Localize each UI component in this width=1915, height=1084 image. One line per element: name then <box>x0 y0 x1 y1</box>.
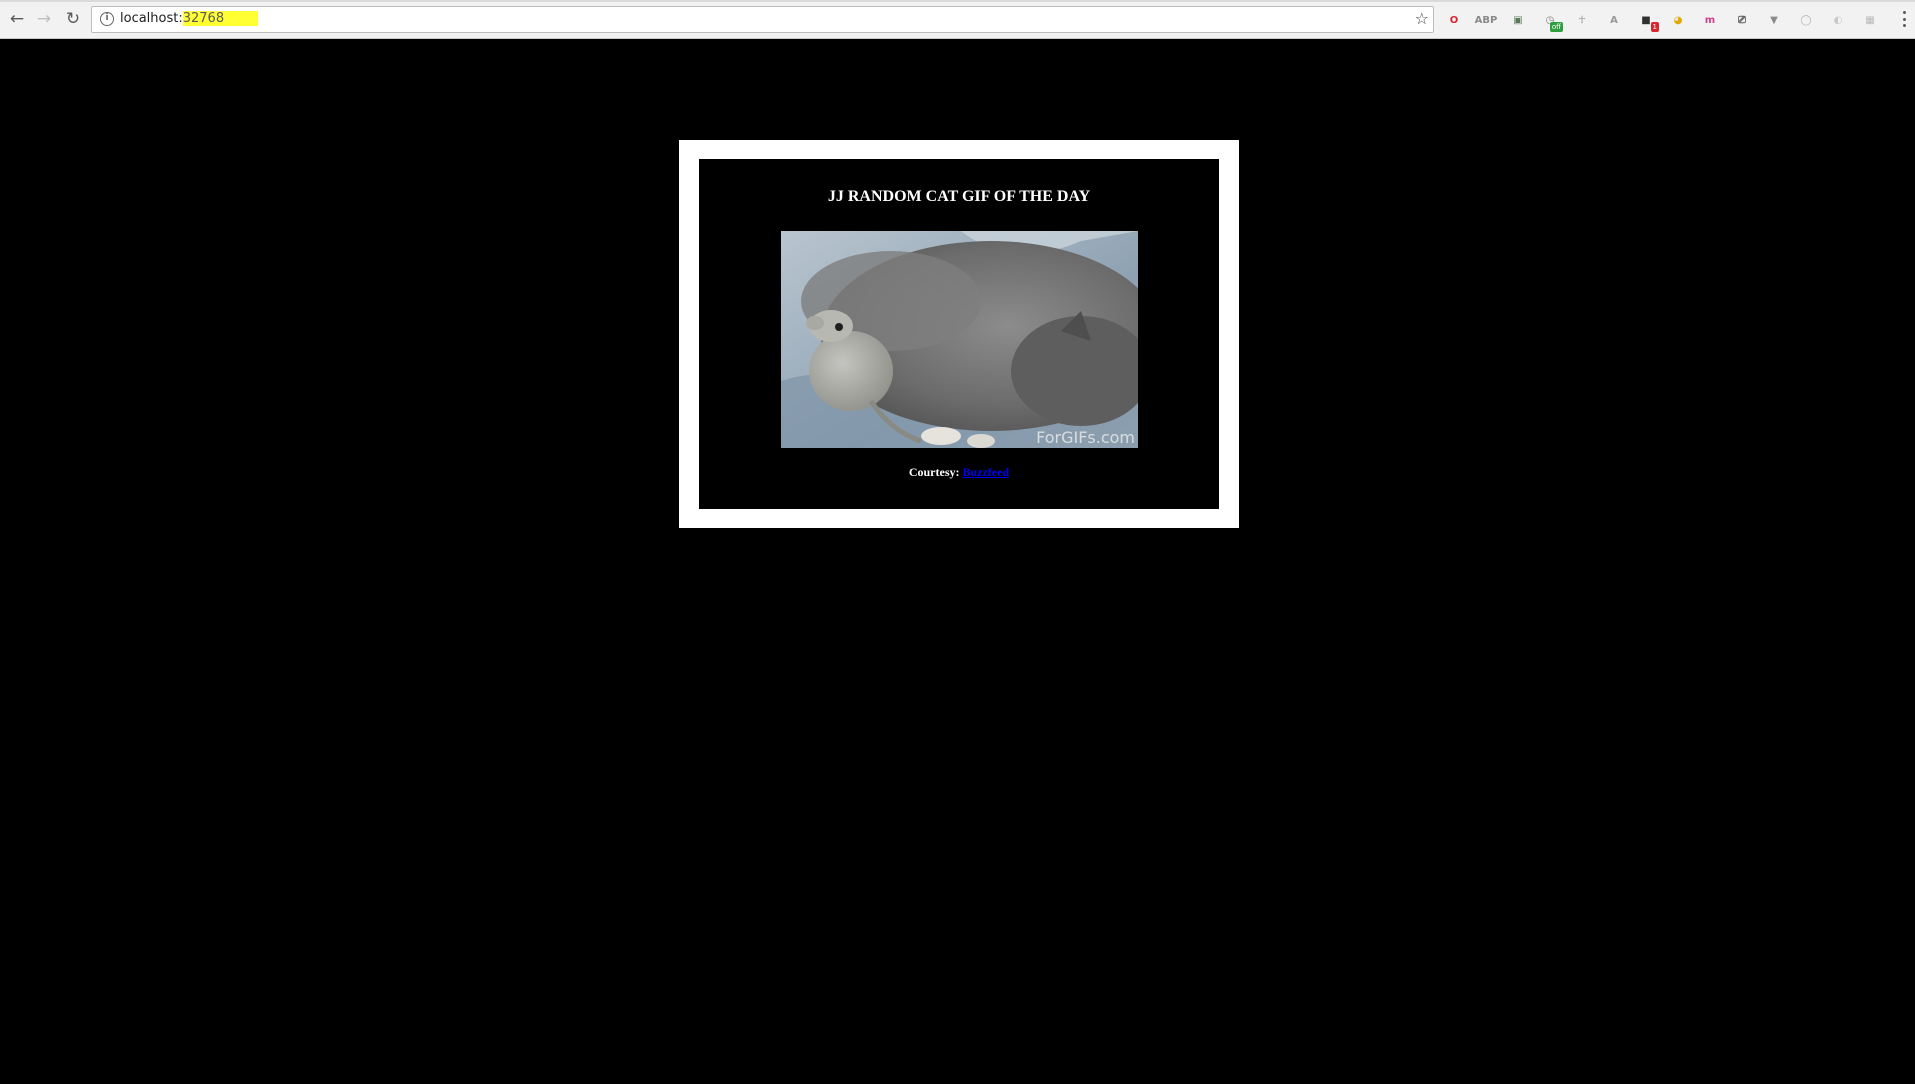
tab-strip-edge <box>0 0 1915 2</box>
courtesy-link[interactable]: Buzzfeed <box>963 465 1010 479</box>
extensions-bar: O ABP ▣ ◷ off ☥ A ■ 1 ◕ m ⎚ ▼ ◯ ◐ ▦ <box>1438 8 1886 32</box>
courtesy-label: Courtesy: <box>908 465 963 479</box>
adblock-plus-icon-glyph: ABP <box>1474 14 1498 26</box>
vue-icon-glyph: ▼ <box>1770 14 1778 26</box>
grid-icon-glyph: ▦ <box>1865 14 1875 26</box>
forward-arrow-icon[interactable]: → <box>33 8 55 30</box>
back-arrow-icon[interactable]: ← <box>6 8 28 30</box>
pacman-icon-glyph: ◕ <box>1673 14 1683 26</box>
grid-icon[interactable]: ▦ <box>1854 8 1886 32</box>
circle-icon[interactable]: ◯ <box>1790 8 1822 32</box>
notification-icon[interactable]: ■ 1 <box>1630 8 1662 32</box>
clock-icon[interactable]: ◷ off <box>1534 8 1566 32</box>
ankh-icon-glyph: ☥ <box>1578 14 1586 26</box>
angular-icon[interactable]: A <box>1598 8 1630 32</box>
pacman-icon[interactable]: ◕ <box>1662 8 1694 32</box>
angular-icon-glyph: A <box>1610 14 1618 26</box>
reload-icon[interactable]: ↻ <box>62 8 84 30</box>
address-bar-url[interactable]: localhost:32768 <box>120 11 259 26</box>
clock-icon-badge: off <box>1549 22 1563 32</box>
screen-capture-icon-glyph: ▣ <box>1513 14 1523 26</box>
vue-icon[interactable]: ▼ <box>1758 8 1790 32</box>
gif-watermark: ForGIFs.com <box>1036 428 1135 447</box>
cat-gif: ForGIFs.com <box>781 231 1138 448</box>
content-frame: JJ RANDOM CAT GIF OF THE DAY ForGIFs.com… <box>679 140 1239 528</box>
url-port-highlighted: 32768 <box>182 11 259 26</box>
moon-icon[interactable]: ◐ <box>1822 8 1854 32</box>
page-title: JJ RANDOM CAT GIF OF THE DAY <box>827 188 1091 205</box>
ankh-icon[interactable]: ☥ <box>1566 8 1598 32</box>
opera-icon[interactable]: O <box>1438 8 1470 32</box>
adblock-plus-icon[interactable]: ABP <box>1470 8 1502 32</box>
m-icon[interactable]: m <box>1694 8 1726 32</box>
site-info-icon[interactable]: i <box>100 12 114 26</box>
moon-icon-glyph: ◐ <box>1833 14 1843 26</box>
content-panel: JJ RANDOM CAT GIF OF THE DAY ForGIFs.com… <box>699 159 1219 509</box>
address-bar[interactable]: i localhost:32768 ☆ <box>91 6 1434 33</box>
cat-gif-image <box>781 231 1138 448</box>
cast-icon[interactable]: ⎚ <box>1726 8 1758 32</box>
cast-icon-glyph: ⎚ <box>1738 14 1746 26</box>
url-host: localhost: <box>120 11 183 26</box>
courtesy-line: Courtesy: Buzzfeed <box>699 465 1219 480</box>
browser-toolbar: ← → ↻ i localhost:32768 ☆ O ABP ▣ ◷ off ☥ A ■ 1 ◕… <box>0 0 1915 39</box>
notification-icon-badge: 1 <box>1650 22 1659 32</box>
screen-capture-icon[interactable]: ▣ <box>1502 8 1534 32</box>
opera-icon-glyph: O <box>1449 14 1459 26</box>
bookmark-star-icon[interactable]: ☆ <box>1415 9 1429 28</box>
circle-icon-glyph: ◯ <box>1800 14 1812 26</box>
m-icon-glyph: m <box>1704 14 1716 26</box>
browser-menu-icon[interactable] <box>1899 9 1909 29</box>
